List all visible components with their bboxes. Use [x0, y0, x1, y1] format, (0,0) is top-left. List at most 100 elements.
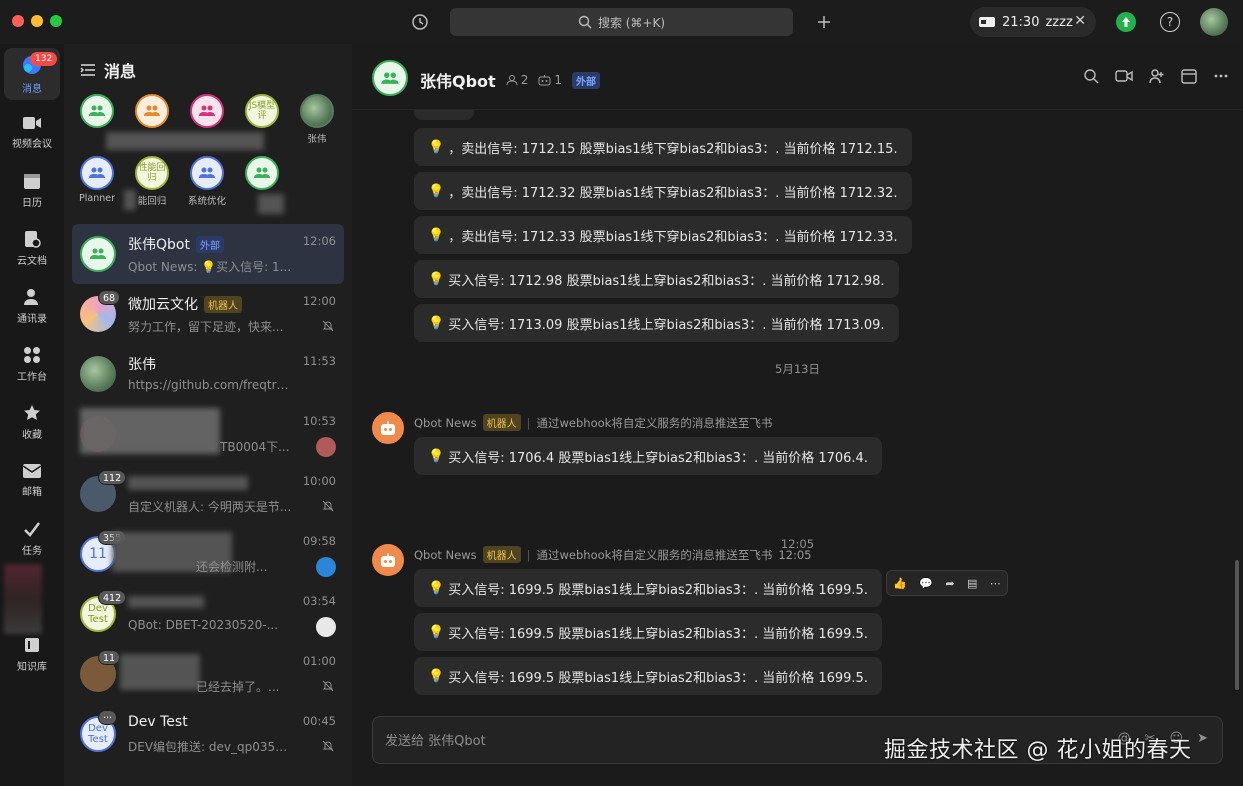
conversation-item[interactable]: 11 355 还会检测附... 09:58 [72, 524, 344, 584]
nav-label: 日历 [22, 197, 42, 209]
plus-icon[interactable] [812, 10, 836, 34]
message-bubble[interactable]: 💡 买入信号: 1699.5 股票bias1线上穿bias2和bias3：. 当前… [414, 569, 882, 607]
bookmark-icon[interactable]: ▤ [967, 577, 977, 590]
conversation-item[interactable]: 112 自定义机器人: 今明两天是节... 10:00 [72, 464, 344, 524]
message-input[interactable] [385, 729, 885, 753]
unread-badge: 11 [98, 650, 121, 665]
zoom-window-button[interactable] [50, 15, 62, 27]
sender-name[interactable]: Qbot News [414, 548, 477, 562]
pinned-chat[interactable] [184, 94, 230, 131]
message-bubble[interactable]: 💡 买入信号: 1713.09 股票bias1线上穿bias2和bias3：. 当… [414, 304, 899, 342]
lightbulb-icon: 💡 [428, 271, 445, 287]
message-bubble[interactable]: 💡 买入信号: 1712.98 股票bias1线上穿bias2和bias3：. 当… [414, 260, 899, 298]
help-icon[interactable]: ? [1160, 12, 1180, 32]
video-call-icon[interactable] [1115, 68, 1133, 84]
nav-item-favorites[interactable]: 收藏 [4, 396, 60, 448]
message-bubble[interactable]: 💡 ，卖出信号: 1712.32 股票bias1线下穿bias2和bias3：. … [414, 172, 912, 210]
conversation-name: Dev Test [128, 714, 188, 730]
external-tag: 外部 [195, 235, 224, 253]
message-bubble[interactable]: 💡 买入信号: 1699.5 股票bias1线上穿bias2和bias3：. 当前… [414, 613, 882, 651]
minimize-window-button[interactable] [31, 15, 43, 27]
message-bubble[interactable]: 💡 买入信号: 1699.5 股票bias1线上穿bias2和bias3：. 当前… [414, 657, 882, 695]
conversation-item[interactable]: Dev Test ··· Dev Test DEV编包推送: dev_qp035… [72, 704, 344, 764]
conversation-title: Dev Test [128, 714, 188, 730]
book-icon [25, 637, 39, 652]
unread-badge: 132 [30, 52, 58, 66]
member-count[interactable]: 2 [506, 73, 529, 87]
nav-item-video-meeting[interactable]: 视频会议 [4, 106, 60, 158]
divider: | [526, 415, 531, 430]
focus-status-pill[interactable]: 21:30 zzzz ✕ [970, 7, 1096, 37]
more-icon[interactable] [1213, 68, 1229, 84]
add-member-icon[interactable] [1149, 68, 1165, 84]
scrollbar[interactable] [1235, 560, 1239, 690]
nav-item-docs[interactable]: 云文档 [4, 222, 60, 274]
mute-icon [322, 320, 334, 332]
conversation-item[interactable]: 张伟Qbot 外部 Qbot News: 💡买入信号: 1... 12:06 [72, 224, 344, 284]
avatar-text: 性能回归 [135, 156, 169, 190]
robot-avatar-icon[interactable] [372, 544, 404, 576]
nav-item-wiki[interactable]: 知识库 [4, 628, 60, 680]
list-menu-icon[interactable] [80, 63, 96, 77]
history-icon[interactable] [408, 10, 432, 34]
user-avatar[interactable] [1200, 8, 1228, 36]
message-bubble[interactable]: 💡 ，卖出信号: 1712.15 股票bias1线下穿bias2和bias3：. … [414, 128, 912, 166]
pinned-chat[interactable]: 系统优化 [184, 156, 230, 207]
lightbulb-icon: 💡 [428, 580, 445, 596]
robot-avatar-icon[interactable] [372, 412, 404, 444]
pinned-chat[interactable]: JS模型评 [239, 94, 285, 131]
sender-description: 通过webhook将自定义服务的消息推送至飞书 [536, 547, 773, 562]
conversation-item[interactable]: TB0004下... 10:53 [72, 404, 344, 464]
nav-item-mail[interactable]: 邮箱 [4, 454, 60, 506]
conversation-item[interactable]: 68 微加云文化 机器人 努力工作，留下足迹，快来... 12:00 [72, 284, 344, 344]
lightbulb-icon: 💡 [428, 624, 445, 640]
nav-item-workplace[interactable]: 工作台 [4, 338, 60, 390]
close-window-button[interactable] [12, 15, 24, 27]
conversation-name: 张伟Qbot 外部 [128, 234, 224, 254]
unread-badge: 112 [98, 470, 127, 485]
conversation-item[interactable]: 11 已经去掉了。... 01:00 [72, 644, 344, 704]
pinned-chat[interactable]: 张伟 [294, 94, 340, 145]
nav-label: 邮箱 [22, 486, 42, 498]
upgrade-icon[interactable] [1116, 12, 1136, 32]
nav-item-calendar[interactable]: 日历 [4, 164, 60, 216]
pinned-chat[interactable] [239, 156, 285, 193]
nav-item-messages[interactable]: 消息 132 [4, 48, 60, 100]
bot-count[interactable]: 1 [538, 73, 562, 87]
thumbs-up-icon[interactable]: 👍 [893, 577, 907, 590]
nav-item-tasks[interactable]: 任务 [4, 512, 60, 564]
message-text: 买入信号: 1699.5 股票bias1线上穿bias2和bias3：. 当前价… [448, 626, 868, 642]
send-icon[interactable]: ➤ [1197, 731, 1208, 746]
more-icon[interactable]: ⋯ [990, 577, 1001, 590]
blurred-region [128, 476, 248, 490]
search-icon[interactable] [1083, 68, 1099, 84]
sender-info: Qbot News 机器人 | 通过webhook将自定义服务的消息推送至飞书 [414, 414, 772, 431]
message-text: 买入信号: 1706.4 股票bias1线上穿bias2和bias3：. 当前价… [448, 450, 868, 466]
search-bar[interactable]: 搜索 (⌘+K) [450, 8, 793, 36]
message-bubble[interactable]: 💡 ，卖出信号: 1712.33 股票bias1线下穿bias2和bias3：. … [414, 216, 912, 254]
lightbulb-icon: 💡 [428, 227, 445, 243]
conversation-item[interactable]: Dev Test 412 QBot: DBET-20230520-... 03:… [72, 584, 344, 644]
calendar-icon[interactable] [1181, 68, 1197, 84]
conversation-title: 张伟Qbot [128, 237, 190, 253]
avatar-text: JS模型评 [245, 94, 279, 128]
close-icon[interactable]: ✕ [1074, 13, 1086, 29]
sender-name[interactable]: Qbot News [414, 416, 477, 430]
chat-title: 张伟Qbot [420, 72, 496, 91]
pinned-chat[interactable]: Planner [74, 156, 120, 204]
nav-label: 通讯录 [17, 313, 47, 325]
conversation-item[interactable]: 张伟 https://github.com/freqtra... 11:53 [72, 344, 344, 404]
conversation-preview: 还会检测附... [196, 560, 268, 574]
message-actions: 👍 💬 ➦ ▤ ⋯ [886, 570, 1008, 596]
nav-item-contacts[interactable]: 通讯录 [4, 280, 60, 332]
pinned-chat[interactable] [74, 94, 120, 131]
pinned-chat[interactable] [129, 94, 175, 131]
mute-icon [322, 740, 334, 752]
forward-icon[interactable]: ➦ [945, 577, 954, 590]
contacts-icon [24, 288, 38, 305]
message-bubble[interactable]: 💡 买入信号: 1706.4 股票bias1线上穿bias2和bias3：. 当前… [414, 437, 882, 475]
message-bubble [414, 110, 474, 120]
member-count-value: 2 [520, 73, 529, 87]
reply-icon[interactable]: 💬 [919, 577, 933, 590]
grid-icon [24, 346, 40, 363]
